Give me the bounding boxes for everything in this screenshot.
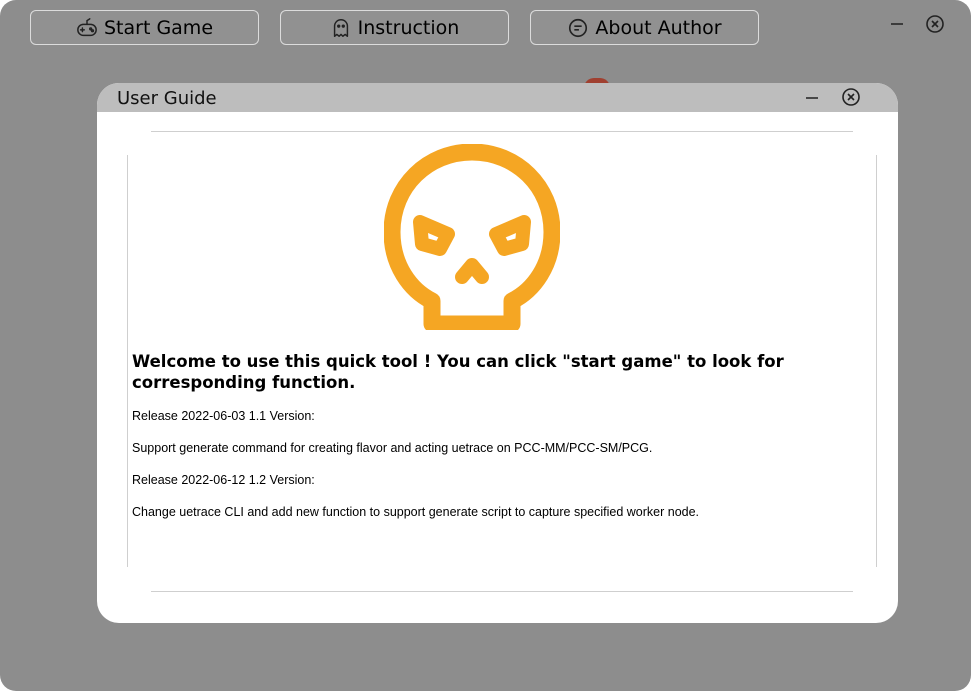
instruction-button[interactable]: Instruction (280, 10, 509, 45)
close-icon[interactable] (925, 14, 945, 34)
close-icon[interactable] (841, 87, 861, 107)
skull-icon (384, 144, 560, 330)
divider (151, 131, 853, 132)
dialog-title-bar[interactable]: User Guide (97, 83, 898, 112)
release-1-title: Release 2022-06-03 1.1 Version: (132, 409, 315, 423)
app-window: Start Game Instruction About Author User… (0, 0, 971, 691)
divider (127, 155, 128, 567)
minimize-icon[interactable] (887, 12, 907, 32)
gamepad-icon (77, 17, 97, 36)
welcome-text: Welcome to use this quick tool ! You can… (132, 352, 784, 392)
minimize-icon[interactable] (802, 88, 822, 108)
release-2-text: Change uetrace CLI and add new function … (132, 505, 700, 519)
instruction-label: Instruction (357, 16, 460, 39)
start-game-label: Start Game (103, 16, 214, 39)
ghost-icon (333, 18, 348, 37)
dialog-title: User Guide (117, 88, 217, 109)
divider (151, 591, 853, 592)
about-author-button[interactable]: About Author (530, 10, 759, 45)
start-game-button[interactable]: Start Game (30, 10, 259, 45)
chat-bubble-icon (569, 18, 588, 37)
release-1-text: Support generate command for creating fl… (132, 441, 653, 455)
divider (876, 155, 877, 567)
about-author-label: About Author (595, 16, 722, 39)
user-guide-dialog: User Guide Welcome to use this quick too… (97, 83, 898, 623)
guide-content: Welcome to use this quick tool ! You can… (132, 351, 872, 537)
release-2-title: Release 2022-06-12 1.2 Version: (132, 473, 315, 487)
